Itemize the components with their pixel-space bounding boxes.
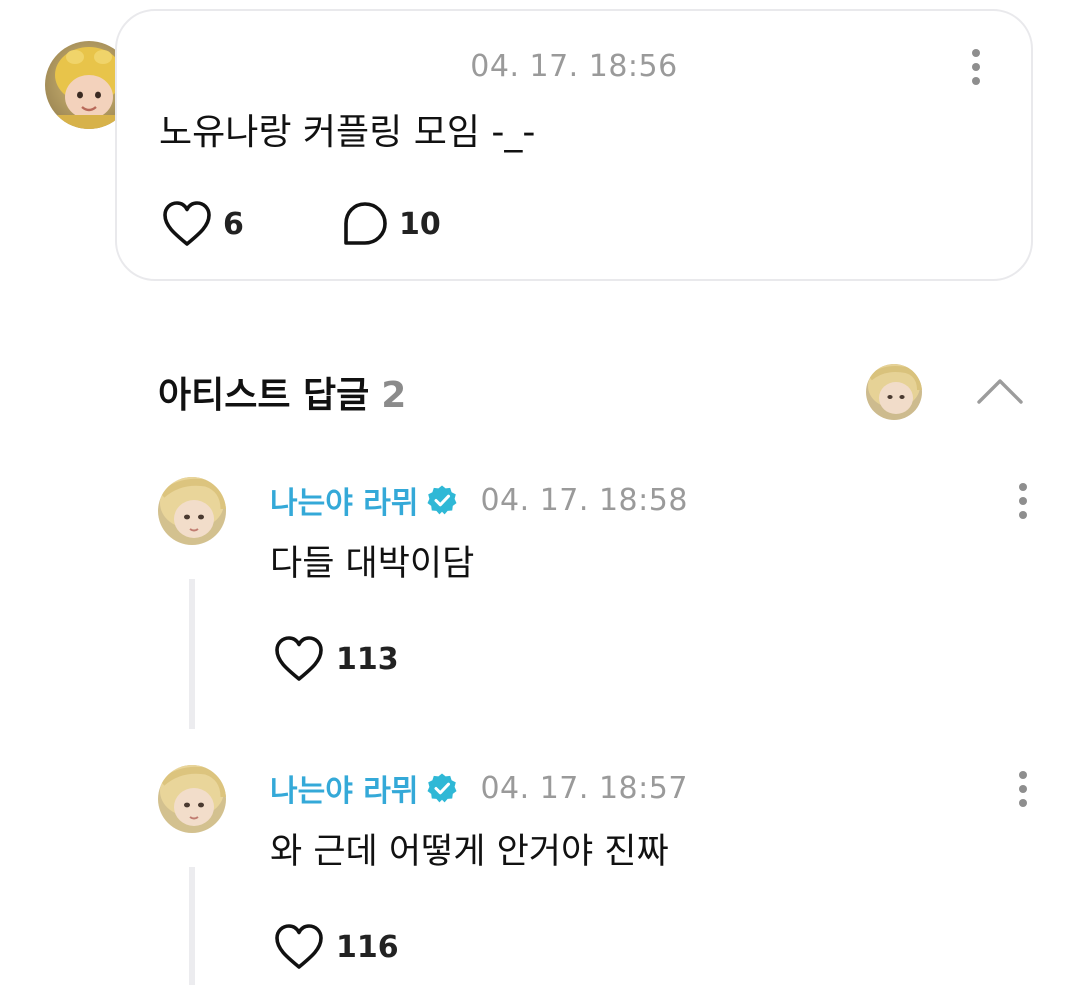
post-card: 04. 17. 18:56 노유나랑 커플링 모임 -_- 6 10 xyxy=(115,9,1033,281)
reply-like-button[interactable]: 113 xyxy=(272,635,399,683)
artist-replies-count: 2 xyxy=(381,375,407,416)
post-actions: 6 10 xyxy=(161,199,441,249)
post-timestamp: 04. 17. 18:56 xyxy=(470,49,678,84)
reply-timestamp: 04. 17. 18:58 xyxy=(480,482,688,518)
reply-author-name[interactable]: 나는야 라뮈 xyxy=(270,766,418,810)
reply-like-button[interactable]: 116 xyxy=(272,923,399,971)
reply-more-options-icon[interactable] xyxy=(1008,769,1038,809)
artist-avatar-icon xyxy=(866,364,922,420)
reply-thread-line xyxy=(189,579,195,729)
artist-reply-item: 나는야 라뮈 04. 17. 18:58 다들 대박이담 113 xyxy=(0,477,1080,737)
artist-replies-title: 아티스트 답글 xyxy=(158,375,370,416)
reply-timestamp: 04. 17. 18:57 xyxy=(480,770,688,806)
post-body-text: 노유나랑 커플링 모임 -_- xyxy=(159,112,536,153)
post-comment-count: 10 xyxy=(399,206,441,242)
reply-header: 나는야 라뮈 04. 17. 18:58 xyxy=(270,478,688,522)
reply-body-text: 와 근데 어떻게 안거야 진짜 xyxy=(270,832,669,872)
reply-header: 나는야 라뮈 04. 17. 18:57 xyxy=(270,766,688,810)
reply-thread-line xyxy=(189,867,195,985)
verified-badge-icon xyxy=(427,773,457,803)
reply-author-avatar[interactable] xyxy=(158,477,226,545)
reply-like-count: 116 xyxy=(336,929,399,965)
artist-replies-header: 아티스트 답글 2 xyxy=(158,366,406,418)
artist-avatar-icon xyxy=(158,765,226,833)
chevron-up-icon xyxy=(977,379,1023,404)
reply-author-name[interactable]: 나는야 라뮈 xyxy=(270,478,418,522)
reply-like-count: 113 xyxy=(336,641,399,677)
heart-icon xyxy=(163,201,211,246)
reply-body-text: 다들 대박이담 xyxy=(270,544,475,584)
post-like-button[interactable]: 6 xyxy=(161,200,341,248)
verified-badge-icon xyxy=(427,485,457,515)
heart-icon xyxy=(275,924,323,969)
reply-more-options-icon[interactable] xyxy=(1008,481,1038,521)
artist-avatar[interactable] xyxy=(866,364,922,420)
heart-icon xyxy=(275,636,323,681)
artist-avatar-icon xyxy=(158,477,226,545)
post-comment-button[interactable]: 10 xyxy=(341,200,441,248)
post-detail-screen: 04. 17. 18:56 노유나랑 커플링 모임 -_- 6 10 아티스트 … xyxy=(0,0,1080,985)
post-more-options-icon[interactable] xyxy=(961,47,991,87)
comment-bubble-icon xyxy=(344,202,387,245)
collapse-replies-button[interactable] xyxy=(975,372,1025,408)
reply-author-avatar[interactable] xyxy=(158,765,226,833)
post-like-count: 6 xyxy=(223,206,244,242)
artist-reply-item: 나는야 라뮈 04. 17. 18:57 와 근데 어떻게 안거야 진짜 116 xyxy=(0,765,1080,985)
